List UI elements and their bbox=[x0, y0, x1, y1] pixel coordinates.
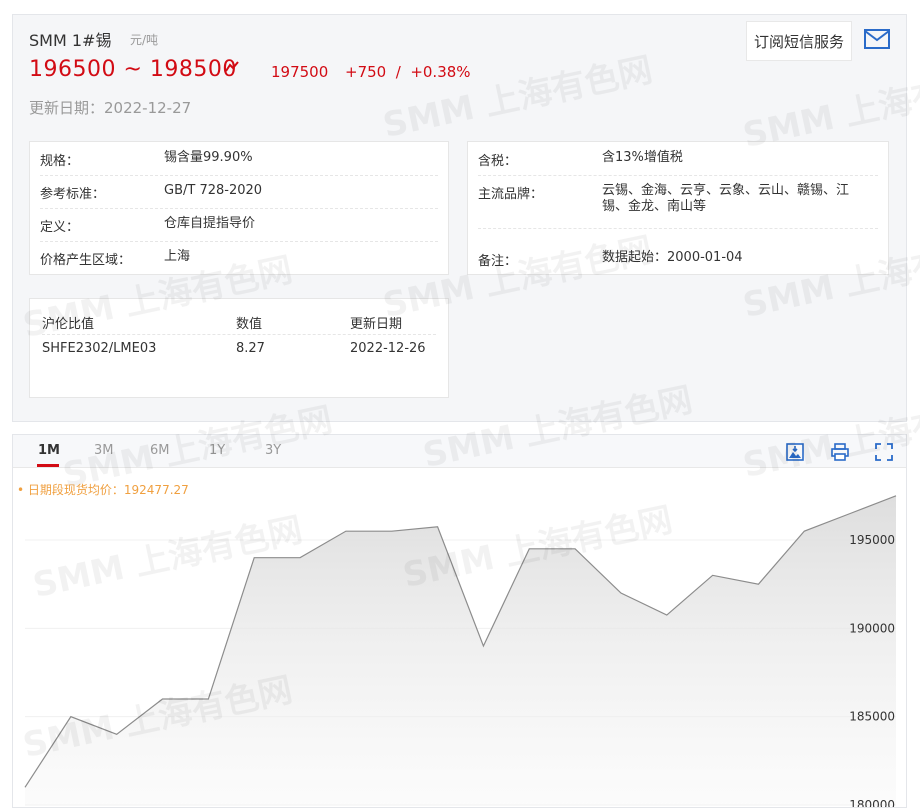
price-chart-panel: 1M 3M 6M 1Y 3Y • 日期段现货均价：192477.27 18000… bbox=[12, 434, 907, 808]
price-high: 198500 bbox=[149, 57, 237, 82]
product-name: SMM 1#锡 bbox=[29, 31, 112, 50]
update-date: 更新日期：2022-12-27 bbox=[29, 99, 192, 117]
info-row: 定义： 仓库自提指导价 bbox=[40, 216, 438, 242]
info-label: 价格产生区域： bbox=[40, 253, 132, 268]
download-image-icon[interactable] bbox=[786, 443, 804, 461]
tab-1y[interactable]: 1Y bbox=[209, 443, 225, 458]
mail-icon[interactable] bbox=[863, 27, 891, 51]
print-icon[interactable] bbox=[831, 443, 849, 461]
ratio-data-row: SHFE2302/LME03 8.27 2022-12-26 bbox=[42, 341, 436, 363]
info-label: 备注： bbox=[478, 254, 518, 269]
info-row: 参考标准： GB/T 728-2020 bbox=[40, 183, 438, 209]
trend-up-icon bbox=[225, 61, 239, 72]
info-value: 含13%增值税 bbox=[602, 150, 683, 165]
y-tick-label: 190000 bbox=[849, 621, 895, 635]
subscribe-sms-button[interactable]: 订阅短信服务 bbox=[746, 21, 852, 61]
info-row: 主流品牌： 云锡、金海、云亨、云象、云山、赣锡、江锡、金龙、南山等 bbox=[478, 183, 878, 229]
info-value: 锡含量99.90% bbox=[164, 150, 253, 165]
ratio-header: 数值 bbox=[236, 317, 263, 332]
ratio-cell: 8.27 bbox=[236, 341, 265, 356]
tab-3y[interactable]: 3Y bbox=[265, 443, 281, 458]
fullscreen-icon[interactable] bbox=[875, 443, 893, 461]
info-row: 规格： 锡含量99.90% bbox=[40, 150, 438, 176]
ratio-header-row: 沪伦比值 数值 更新日期 bbox=[42, 313, 436, 335]
price-unit: 元/吨 bbox=[130, 33, 159, 47]
ratio-header: 沪伦比值 bbox=[42, 317, 95, 332]
price-area-chart: 1800001850001900001950002022/11/282022/1… bbox=[24, 495, 897, 807]
period-tabbar: 1M 3M 6M 1Y 3Y bbox=[13, 435, 906, 468]
info-row: 备注： 数据起始：2000-01-04 bbox=[478, 250, 878, 272]
spec-table-right: 含税： 含13%增值税 主流品牌： 云锡、金海、云亨、云象、云山、赣锡、江锡、金… bbox=[467, 141, 889, 275]
info-label: 主流品牌： bbox=[478, 187, 544, 202]
tab-1m[interactable]: 1M bbox=[38, 443, 60, 458]
info-label: 参考标准： bbox=[40, 187, 106, 202]
spec-table-left: 规格： 锡含量99.90% 参考标准： GB/T 728-2020 定义： 仓库… bbox=[29, 141, 449, 275]
info-label: 规格： bbox=[40, 154, 80, 169]
price-separator: ~ bbox=[123, 57, 143, 82]
info-label: 含税： bbox=[478, 154, 518, 169]
average-price: 197500 bbox=[271, 63, 329, 81]
active-tab-indicator bbox=[37, 464, 59, 467]
y-tick-label: 195000 bbox=[849, 533, 895, 547]
ratio-cell: SHFE2302/LME03 bbox=[42, 341, 157, 356]
ratio-header: 更新日期 bbox=[350, 317, 403, 332]
y-tick-label: 185000 bbox=[849, 710, 895, 724]
tab-3m[interactable]: 3M bbox=[94, 443, 114, 458]
y-tick-label: 180000 bbox=[849, 798, 895, 807]
info-value: 数据起始：2000-01-04 bbox=[602, 250, 743, 265]
shfe-lme-ratio-table: 沪伦比值 数值 更新日期 SHFE2302/LME03 8.27 2022-12… bbox=[29, 298, 449, 398]
info-label: 定义： bbox=[40, 220, 80, 235]
info-row: 价格产生区域： 上海 bbox=[40, 249, 438, 271]
price-low: 196500 bbox=[29, 57, 116, 82]
info-row: 含税： 含13%增值税 bbox=[478, 150, 878, 176]
info-value: 云锡、金海、云亨、云象、云山、赣锡、江锡、金龙、南山等 bbox=[602, 183, 850, 214]
ratio-cell: 2022-12-26 bbox=[350, 341, 426, 356]
price-area bbox=[25, 495, 896, 805]
price-change: +750 / +0.38% bbox=[345, 63, 471, 81]
price-info-panel: SMM 1#锡 元/吨 订阅短信服务 196500 ~ 198500 19750… bbox=[12, 14, 907, 422]
info-value: GB/T 728-2020 bbox=[164, 183, 263, 198]
tab-6m[interactable]: 6M bbox=[150, 443, 170, 458]
info-value: 上海 bbox=[164, 249, 191, 264]
info-value: 仓库自提指导价 bbox=[164, 216, 256, 231]
price-range: 196500 ~ 198500 bbox=[29, 57, 237, 82]
